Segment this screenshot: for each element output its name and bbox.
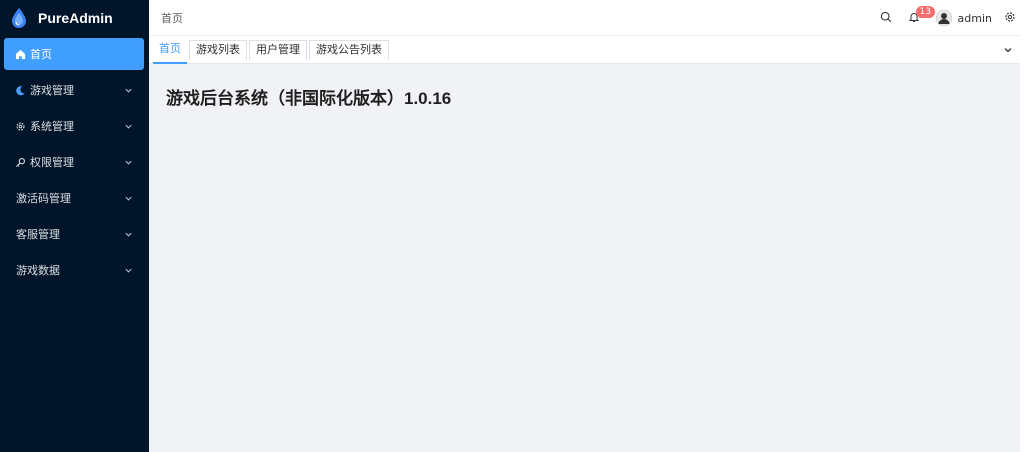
chevron-down-icon <box>123 193 133 203</box>
sidebar-item-label: 系统管理 <box>30 120 74 133</box>
droplet-logo-icon <box>8 6 30 30</box>
sidebar: PureAdmin 首页 游戏管理 系统管理 权限管理 激活码管理 客服管理 游… <box>0 0 149 452</box>
sidebar-menu: 首页 游戏管理 系统管理 权限管理 激活码管理 客服管理 游戏数据 <box>0 38 149 288</box>
user-menu[interactable]: admin <box>935 10 992 26</box>
notification-button[interactable]: 13 <box>900 0 935 36</box>
search-icon <box>880 11 892 26</box>
tab-user-management[interactable]: 用户管理 <box>249 39 307 60</box>
logo[interactable]: PureAdmin <box>0 0 149 36</box>
main-content: 游戏后台系统（非国际化版本）1.0.16 <box>149 64 1024 452</box>
breadcrumb[interactable]: 首页 <box>161 10 183 26</box>
page-title: 游戏后台系统（非国际化版本）1.0.16 <box>166 89 452 108</box>
sidebar-item-system-management[interactable]: 系统管理 <box>0 108 149 144</box>
header-actions: 13 admin <box>872 0 1024 36</box>
tab-game-announcement-list[interactable]: 游戏公告列表 <box>309 39 389 60</box>
chevron-down-icon <box>123 121 133 131</box>
top-header: 首页 13 admin <box>149 0 1024 36</box>
sidebar-item-label: 激活码管理 <box>16 192 71 205</box>
scrollbar-track <box>1020 0 1024 452</box>
sidebar-item-label: 游戏数据 <box>16 264 60 277</box>
tab-game-list[interactable]: 游戏列表 <box>189 39 247 60</box>
search-button[interactable] <box>872 0 900 36</box>
sidebar-item-activation-code-management[interactable]: 激活码管理 <box>0 180 149 216</box>
tab-home[interactable]: 首页 <box>153 39 187 64</box>
username: admin <box>957 11 992 25</box>
sidebar-item-permission-management[interactable]: 权限管理 <box>0 144 149 180</box>
moon-icon <box>14 84 26 96</box>
sidebar-item-label: 权限管理 <box>30 156 74 169</box>
gear-icon <box>14 120 26 132</box>
chevron-down-icon <box>123 157 133 167</box>
key-icon <box>14 156 26 168</box>
tab-bar: 首页 游戏列表 用户管理 游戏公告列表 <box>149 36 1024 64</box>
sidebar-item-home[interactable]: 首页 <box>4 38 144 70</box>
home-icon <box>14 48 26 60</box>
sidebar-item-label: 首页 <box>30 48 52 61</box>
chevron-down-icon <box>123 85 133 95</box>
chevron-down-icon <box>123 229 133 239</box>
app-name: PureAdmin <box>38 10 113 26</box>
chevron-down-icon <box>123 265 133 275</box>
sidebar-item-label: 游戏管理 <box>30 84 74 97</box>
sidebar-item-game-management[interactable]: 游戏管理 <box>0 72 149 108</box>
notification-badge: 13 <box>915 6 935 18</box>
sidebar-item-label: 客服管理 <box>16 228 60 241</box>
chevron-down-icon[interactable] <box>1002 44 1014 56</box>
sidebar-item-game-data[interactable]: 游戏数据 <box>0 252 149 288</box>
gear-icon <box>1004 11 1016 26</box>
avatar <box>935 10 952 26</box>
sidebar-item-customer-service-management[interactable]: 客服管理 <box>0 216 149 252</box>
